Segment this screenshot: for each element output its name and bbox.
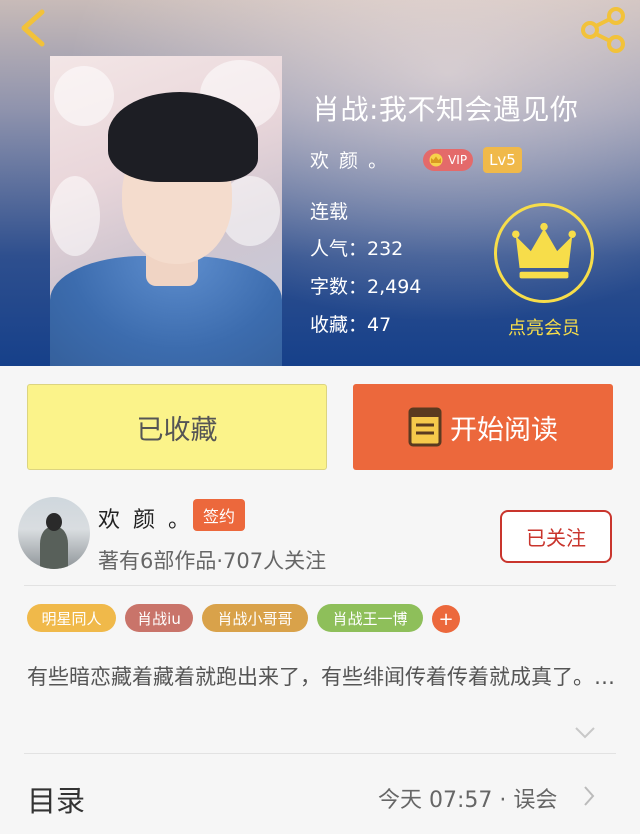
start-reading-label: 开始阅读 [450,414,558,446]
vip-label: VIP [448,152,468,167]
signed-badge: 签约 [193,499,246,531]
chevron-down-icon[interactable] [574,726,596,740]
followed-button[interactable]: 已关注 [500,510,612,563]
tag-item[interactable]: 肖战小哥哥 [202,604,308,632]
serial-status: 连载 [310,201,349,223]
start-reading-button[interactable]: 开始阅读 [353,384,613,470]
divider [24,753,616,754]
book-title: 肖战:我不知会遇见你 [312,93,579,126]
collected-button[interactable]: 已收藏 [27,384,327,470]
divider [24,585,616,586]
book-header: 肖战:我不知会遇见你 欢 颜 。 VIP Lv5 连载 人气：232 字数：2,… [0,0,640,366]
member-label[interactable]: 点亮会员 [497,314,591,340]
favorite-count: 收藏：47 [310,314,392,336]
member-crown-icon[interactable] [494,203,594,303]
catalog-label[interactable]: 目录 [27,778,85,820]
level-badge: Lv5 [483,146,522,173]
tag-item[interactable]: 肖战王一博 [317,604,423,632]
author-name-secondary[interactable]: 欢 颜 。 [98,502,193,534]
chevron-right-icon[interactable] [583,785,595,807]
author-name[interactable]: 欢 颜 。 [310,146,389,173]
word-count: 字数：2,494 [310,276,422,298]
collected-label: 已收藏 [136,414,218,446]
crown-icon [429,153,443,166]
vip-badge: VIP [423,148,474,171]
author-row: 欢 颜 。 VIP Lv5 [310,146,522,173]
back-arrow-icon[interactable] [14,8,54,48]
book-intro: 有些暗恋藏着藏着就跑出来了，有些绯闻传着传着就成真了。… [27,665,615,689]
book-icon [408,407,442,447]
share-icon[interactable] [578,6,630,54]
tag-item[interactable]: 明星同人 [27,604,116,632]
author-meta: 著有6部作品·707人关注 [98,549,327,573]
book-cover [50,56,282,366]
popularity: 人气：232 [310,238,404,260]
latest-chapter[interactable]: 今天 07:57 · 误会 [378,782,557,814]
add-tag-button[interactable]: + [432,605,460,633]
author-avatar[interactable] [18,497,90,569]
tag-item[interactable]: 肖战iu [125,604,193,632]
